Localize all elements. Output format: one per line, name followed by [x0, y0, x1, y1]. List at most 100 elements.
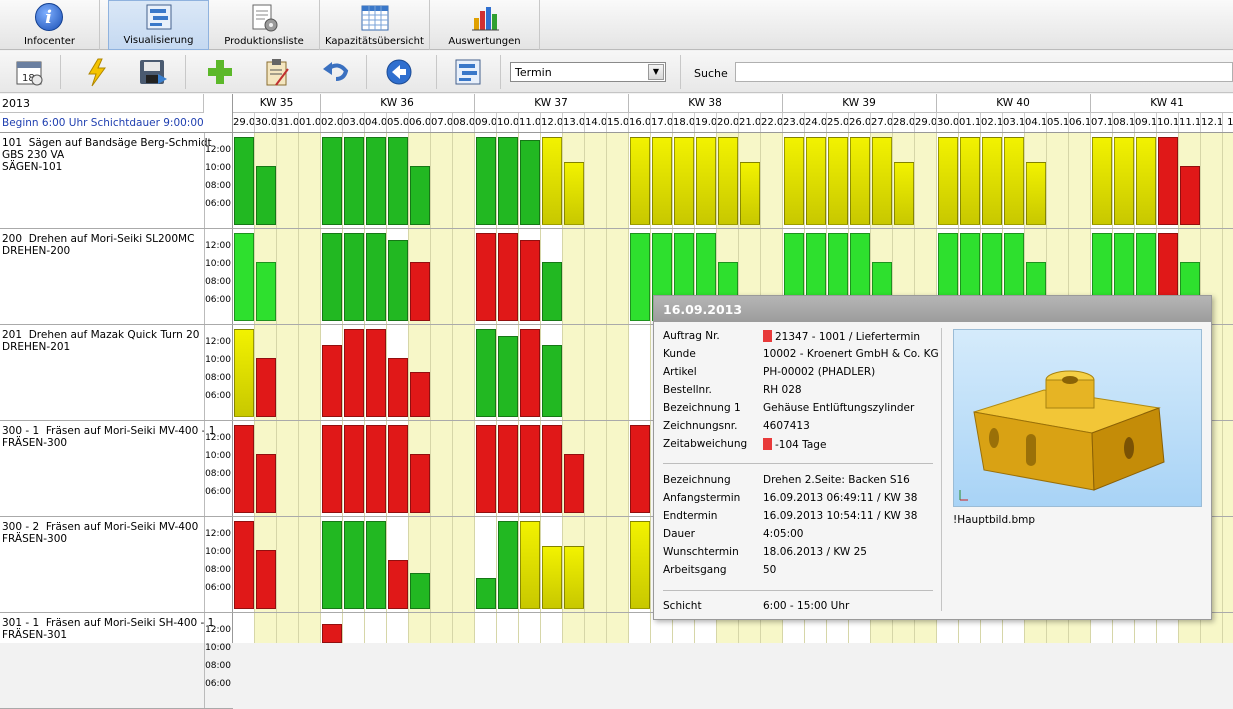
order-bar[interactable] [850, 137, 870, 225]
order-bar[interactable] [872, 137, 892, 225]
order-bar[interactable] [498, 336, 518, 417]
order-bar[interactable] [344, 137, 364, 225]
order-bar[interactable] [410, 166, 430, 225]
undo-icon[interactable] [320, 57, 350, 87]
order-bar[interactable] [1158, 137, 1178, 225]
order-bar[interactable] [960, 137, 980, 225]
order-bar[interactable] [542, 546, 562, 609]
machine-row[interactable]: 101 Sägen auf Bandsäge Berg-Schmidt GBS … [0, 133, 233, 229]
order-bar[interactable] [344, 233, 364, 321]
order-bar[interactable] [234, 137, 254, 225]
order-bar[interactable] [1026, 162, 1046, 225]
order-bar[interactable] [410, 454, 430, 513]
order-bar[interactable] [542, 345, 562, 417]
order-bar[interactable] [498, 425, 518, 513]
order-bar[interactable] [564, 546, 584, 609]
order-bar[interactable] [322, 521, 342, 609]
order-bar[interactable] [344, 329, 364, 417]
order-bar[interactable] [366, 233, 386, 321]
order-bar[interactable] [322, 345, 342, 417]
order-bar[interactable] [1114, 137, 1134, 225]
order-bar[interactable] [564, 162, 584, 225]
calendar-icon[interactable]: 18 [14, 57, 44, 87]
order-bar[interactable] [476, 578, 496, 609]
back-arrow-icon[interactable] [384, 57, 414, 87]
order-bar[interactable] [520, 329, 540, 417]
order-bar[interactable] [630, 233, 650, 321]
order-bar[interactable] [520, 240, 540, 321]
order-bar[interactable] [388, 240, 408, 321]
order-bar[interactable] [1136, 137, 1156, 225]
order-bar[interactable] [322, 425, 342, 513]
order-bar[interactable] [498, 521, 518, 609]
order-bar[interactable] [542, 425, 562, 513]
machine-row[interactable]: 300 - 2 Fräsen auf Mori-Seiki MV-400 FRÄ… [0, 517, 233, 613]
order-bar[interactable] [1092, 137, 1112, 225]
order-bar[interactable] [256, 166, 276, 225]
order-bar[interactable] [476, 137, 496, 225]
machine-row[interactable]: 301 - 1 Fräsen auf Mori-Seiki SH-400 - 1… [0, 613, 233, 709]
chevron-down-icon[interactable]: ▼ [648, 64, 664, 80]
order-bar[interactable] [256, 358, 276, 417]
search-input[interactable] [735, 62, 1233, 82]
lightning-icon[interactable] [82, 57, 112, 87]
order-bar[interactable] [1004, 137, 1024, 225]
add-icon[interactable] [205, 57, 235, 87]
order-bar[interactable] [256, 550, 276, 609]
order-bar[interactable] [322, 137, 342, 225]
tab-auswertungen[interactable]: Auswertungen [430, 0, 540, 50]
order-bar[interactable] [234, 329, 254, 417]
order-bar[interactable] [740, 162, 760, 225]
order-bar[interactable] [520, 425, 540, 513]
order-bar[interactable] [476, 425, 496, 513]
order-bar[interactable] [630, 425, 650, 513]
order-bar[interactable] [366, 425, 386, 513]
order-bar[interactable] [410, 372, 430, 417]
order-bar[interactable] [520, 521, 540, 609]
order-bar[interactable] [520, 140, 540, 225]
order-bar[interactable] [542, 262, 562, 321]
order-bar[interactable] [982, 137, 1002, 225]
order-bar[interactable] [410, 262, 430, 321]
order-bar[interactable] [256, 262, 276, 321]
order-bar[interactable] [476, 329, 496, 417]
order-bar[interactable] [388, 425, 408, 513]
order-bar[interactable] [564, 454, 584, 513]
order-bar[interactable] [696, 137, 716, 225]
order-bar[interactable] [498, 137, 518, 225]
visualization-icon[interactable] [453, 57, 483, 87]
order-bar[interactable] [894, 162, 914, 225]
order-bar[interactable] [784, 137, 804, 225]
tab-infocenter[interactable]: i Infocenter [0, 0, 100, 50]
order-bar[interactable] [542, 137, 562, 225]
order-bar[interactable] [366, 137, 386, 225]
order-bar[interactable] [388, 560, 408, 609]
order-bar[interactable] [234, 233, 254, 321]
machine-row[interactable]: 201 Drehen auf Mazak Quick Turn 20 DREHE… [0, 325, 233, 421]
order-bar[interactable] [410, 573, 430, 609]
order-bar[interactable] [234, 425, 254, 513]
save-icon[interactable] [138, 57, 168, 87]
order-bar[interactable] [344, 521, 364, 609]
order-bar[interactable] [322, 233, 342, 321]
order-bar[interactable] [366, 329, 386, 417]
order-bar[interactable] [366, 521, 386, 609]
machine-row[interactable]: 300 - 1 Fräsen auf Mori-Seiki MV-400 - 1… [0, 421, 233, 517]
order-bar[interactable] [234, 521, 254, 609]
order-bar[interactable] [674, 137, 694, 225]
order-bar[interactable] [630, 137, 650, 225]
tab-produktionsliste[interactable]: Produktionsliste [209, 0, 320, 50]
order-bar[interactable] [344, 425, 364, 513]
tab-visualisierung[interactable]: Visualisierung [108, 0, 209, 50]
order-bar[interactable] [806, 137, 826, 225]
order-bar[interactable] [476, 233, 496, 321]
order-bar[interactable] [938, 137, 958, 225]
clipboard-icon[interactable] [262, 57, 292, 87]
order-bar[interactable] [1180, 166, 1200, 225]
view-select[interactable]: Termin ▼ [510, 62, 666, 82]
tab-kapazitaetsuebersicht[interactable]: Kapazitätsübersicht [320, 0, 430, 50]
order-bar[interactable] [652, 137, 672, 225]
order-bar[interactable] [718, 137, 738, 225]
order-bar[interactable] [322, 624, 342, 643]
machine-row[interactable]: 200 Drehen auf Mori-Seiki SL200MC DREHEN… [0, 229, 233, 325]
